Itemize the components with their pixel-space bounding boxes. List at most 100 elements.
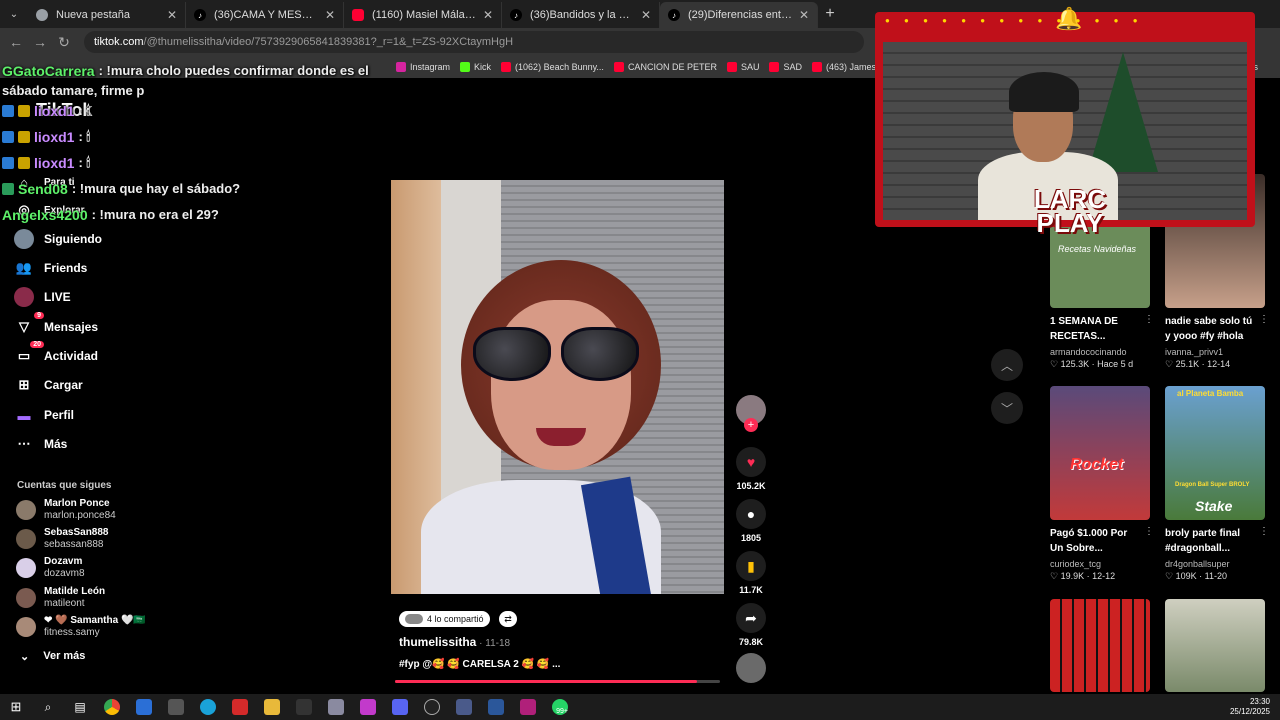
calculator-icon[interactable] xyxy=(448,694,480,720)
discord-icon[interactable] xyxy=(384,694,416,720)
youtube-icon xyxy=(501,62,512,72)
bookmark-beach-bunny[interactable]: (1062) Beach Bunny... xyxy=(501,62,604,72)
bookmark-kick[interactable]: Kick xyxy=(460,62,491,72)
close-tab-icon[interactable]: ✕ xyxy=(325,8,335,22)
more-options-icon[interactable]: ⋮ xyxy=(1259,314,1269,325)
shared-by-pill[interactable]: 4 lo compartió xyxy=(399,611,490,627)
followed-account[interactable]: Dozavm dozavm8 xyxy=(16,556,85,580)
more-options-icon[interactable]: ⋮ xyxy=(1144,314,1154,325)
app-pink-icon[interactable] xyxy=(352,694,384,720)
sidebar-item-friends[interactable]: 👥 Friends xyxy=(14,256,87,280)
tab-3[interactable]: ♪ (36)Bandidos y la cultura del ba ✕ xyxy=(502,2,660,28)
sidebar-item-mensajes[interactable]: ▽ 9 Mensajes xyxy=(14,312,98,339)
more-options-icon[interactable]: ⋮ xyxy=(1259,526,1269,537)
upload-icon: ⊞ xyxy=(18,377,30,392)
task-view-icon[interactable]: ▤ xyxy=(64,694,96,720)
tab-2[interactable]: (1160) Masiel Málaga / Que pa ✕ xyxy=(344,2,502,28)
app-arrow-icon[interactable] xyxy=(288,694,320,720)
close-tab-icon[interactable]: ✕ xyxy=(167,8,177,22)
account-handle: marlon.ponce84 xyxy=(44,510,116,521)
followed-account[interactable]: Marlon Ponce marlon.ponce84 xyxy=(16,498,116,522)
rec-card[interactable]: al Planeta Bamba Dragon Ball Super BROLY… xyxy=(1165,386,1269,582)
followed-account[interactable]: ❤ 🤎 Samantha 🤍🇸🇦 fitness.samy xyxy=(16,615,146,639)
tiktok-icon: ♪ xyxy=(668,9,680,21)
bookmark-cancion[interactable]: CANCION DE PETER xyxy=(613,62,717,72)
sidebar-item-cargar[interactable]: ⊞ Cargar xyxy=(14,373,83,397)
rec-age: 12-14 xyxy=(1207,359,1231,369)
bookmark-sau[interactable]: SAU xyxy=(726,62,759,72)
author-name: thumelissitha xyxy=(399,635,477,649)
more-options-icon[interactable]: ⋮ xyxy=(1144,526,1154,537)
chrome-icon[interactable] xyxy=(96,694,128,720)
close-tab-icon[interactable]: ✕ xyxy=(483,8,493,22)
back-icon[interactable]: ← xyxy=(4,34,28,50)
edge-icon[interactable] xyxy=(192,694,224,720)
video-author[interactable]: thumelissitha · 11-18 xyxy=(399,635,510,649)
share-icon: ➦ xyxy=(736,603,766,633)
controller-icon[interactable] xyxy=(160,694,192,720)
live-icon xyxy=(14,287,34,307)
url-input[interactable]: tiktok.com/@thumelissitha/video/75739290… xyxy=(84,31,864,53)
followed-account[interactable]: SebasSan888 sebassan888 xyxy=(16,527,109,551)
lens-right xyxy=(561,327,639,381)
creator-avatar-button[interactable]: + xyxy=(735,395,767,432)
app-brush-icon[interactable] xyxy=(320,694,352,720)
shared-by-text: 4 lo compartió xyxy=(427,614,484,624)
tab-1[interactable]: ♪ (36)CAMA Y MESA - MARYTO Y ✕ xyxy=(186,2,344,28)
like-button[interactable]: ♥ 105.2K xyxy=(735,447,767,491)
search-icon[interactable]: ⌕ xyxy=(32,694,64,720)
app-magenta-icon[interactable] xyxy=(512,694,544,720)
system-clock[interactable]: 23:30 25/12/2025 xyxy=(1230,697,1270,717)
tiktok-icon: ♪ xyxy=(194,9,206,21)
thumb-text: Dragon Ball Super BROLY xyxy=(1175,482,1250,488)
new-tab-icon[interactable]: + xyxy=(818,5,842,23)
video-player[interactable] xyxy=(391,180,724,594)
sidebar-item-siguiendo[interactable]: Siguiendo xyxy=(14,227,102,251)
app-red-icon[interactable] xyxy=(224,694,256,720)
see-more-link[interactable]: ⌄ Ver más xyxy=(20,650,85,663)
account-handle: fitness.samy xyxy=(44,627,100,638)
chat-text: : !mura no era el 29? xyxy=(91,207,219,222)
rec-card[interactable] xyxy=(1050,599,1150,692)
sidebar-item-perfil[interactable]: ▬ Perfil xyxy=(14,403,75,427)
sidebar-item-mas[interactable]: ⋯ Más xyxy=(14,432,68,456)
forward-icon[interactable]: → xyxy=(28,34,52,50)
more-icon: ⋯ xyxy=(17,436,31,451)
sidebar-item-live[interactable]: LIVE xyxy=(14,285,71,309)
save-button[interactable]: ▮ 11.7K xyxy=(735,551,767,595)
previous-video-button[interactable]: ︿ xyxy=(991,349,1023,381)
store-icon[interactable] xyxy=(128,694,160,720)
rec-views: 109K xyxy=(1175,571,1197,581)
close-tab-icon[interactable]: ✕ xyxy=(641,8,651,22)
comment-button[interactable]: ● 1805 xyxy=(735,499,767,543)
chat-message: Angelxs4200: !mura no era el 29? xyxy=(2,202,442,228)
follow-plus-icon[interactable]: + xyxy=(744,418,758,432)
windows-start-icon[interactable]: ⊞ xyxy=(0,694,32,720)
repost-icon[interactable]: ⇄ xyxy=(499,611,517,627)
rec-card[interactable]: Rocket Pagó $1.000 Por Un Sobre... curio… xyxy=(1050,386,1154,582)
account-handle: matileont xyxy=(44,598,85,609)
thumb-text: Recetas Navideñas xyxy=(1058,244,1137,254)
sidebar-item-actividad[interactable]: ▭ 20 Actividad xyxy=(14,341,99,368)
share-button[interactable]: ➦ 79.8K xyxy=(735,603,767,647)
word-icon[interactable] xyxy=(480,694,512,720)
tab-search-icon[interactable]: ⌄ xyxy=(0,0,28,28)
next-video-button[interactable]: ﹀ xyxy=(991,392,1023,424)
messages-badge: 9 xyxy=(34,312,44,319)
followed-account[interactable]: Matilde León matileont xyxy=(16,586,105,610)
obs-icon[interactable] xyxy=(416,694,448,720)
tab-0[interactable]: Nueva pestaña ✕ xyxy=(28,2,186,28)
folder-icon[interactable] xyxy=(256,694,288,720)
video-progress-bar[interactable] xyxy=(395,680,720,683)
reload-icon[interactable]: ↻ xyxy=(52,34,76,51)
tab-4-active[interactable]: ♪ (29)Diferencias entre tú y yo ✕ xyxy=(660,2,818,28)
bookmark-sad[interactable]: SAD xyxy=(769,62,802,72)
sidebar-item-label: Actividad xyxy=(44,349,99,363)
sound-avatar-button[interactable] xyxy=(735,653,767,683)
close-tab-icon[interactable]: ✕ xyxy=(799,8,809,22)
webcam-person-hair xyxy=(1009,72,1079,112)
whatsapp-icon[interactable]: 99+ xyxy=(544,694,576,720)
rec-card[interactable] xyxy=(1165,599,1265,692)
sidebar-item-label: Friends xyxy=(44,261,88,275)
account-name: ❤ 🤎 Samantha 🤍🇸🇦 xyxy=(44,615,146,626)
